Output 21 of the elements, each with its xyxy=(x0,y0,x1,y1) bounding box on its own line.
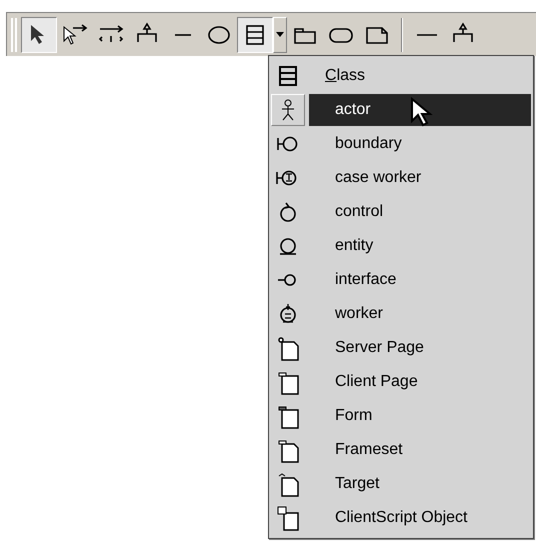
menu-item[interactable]: ClientScript Object xyxy=(309,502,531,534)
cursor-icon xyxy=(410,97,434,129)
caret-icon xyxy=(276,32,284,37)
menu-item[interactable]: entity xyxy=(309,230,531,262)
tool-button[interactable] xyxy=(237,16,273,52)
menu-item[interactable]: case worker xyxy=(309,162,531,194)
menu-item[interactable]: boundary xyxy=(309,128,531,160)
menu-item[interactable]: actor xyxy=(309,94,531,126)
menu-item[interactable]: interface xyxy=(309,264,531,296)
menu-item[interactable]: worker xyxy=(309,298,531,330)
toolbar-grip[interactable] xyxy=(11,18,17,52)
menu-item[interactable]: Form xyxy=(309,400,531,432)
tool-button[interactable] xyxy=(21,16,57,52)
menu-item[interactable]: control xyxy=(309,196,531,228)
menu-item[interactable]: Class xyxy=(309,60,531,92)
menu-item[interactable]: Server Page xyxy=(309,332,531,364)
menu-item[interactable]: Frameset xyxy=(309,434,531,466)
dropdown-button[interactable] xyxy=(273,16,287,52)
line-icon xyxy=(173,32,193,36)
menu-item[interactable]: Client Page xyxy=(309,366,531,398)
menu-item[interactable]: Target xyxy=(309,468,531,500)
